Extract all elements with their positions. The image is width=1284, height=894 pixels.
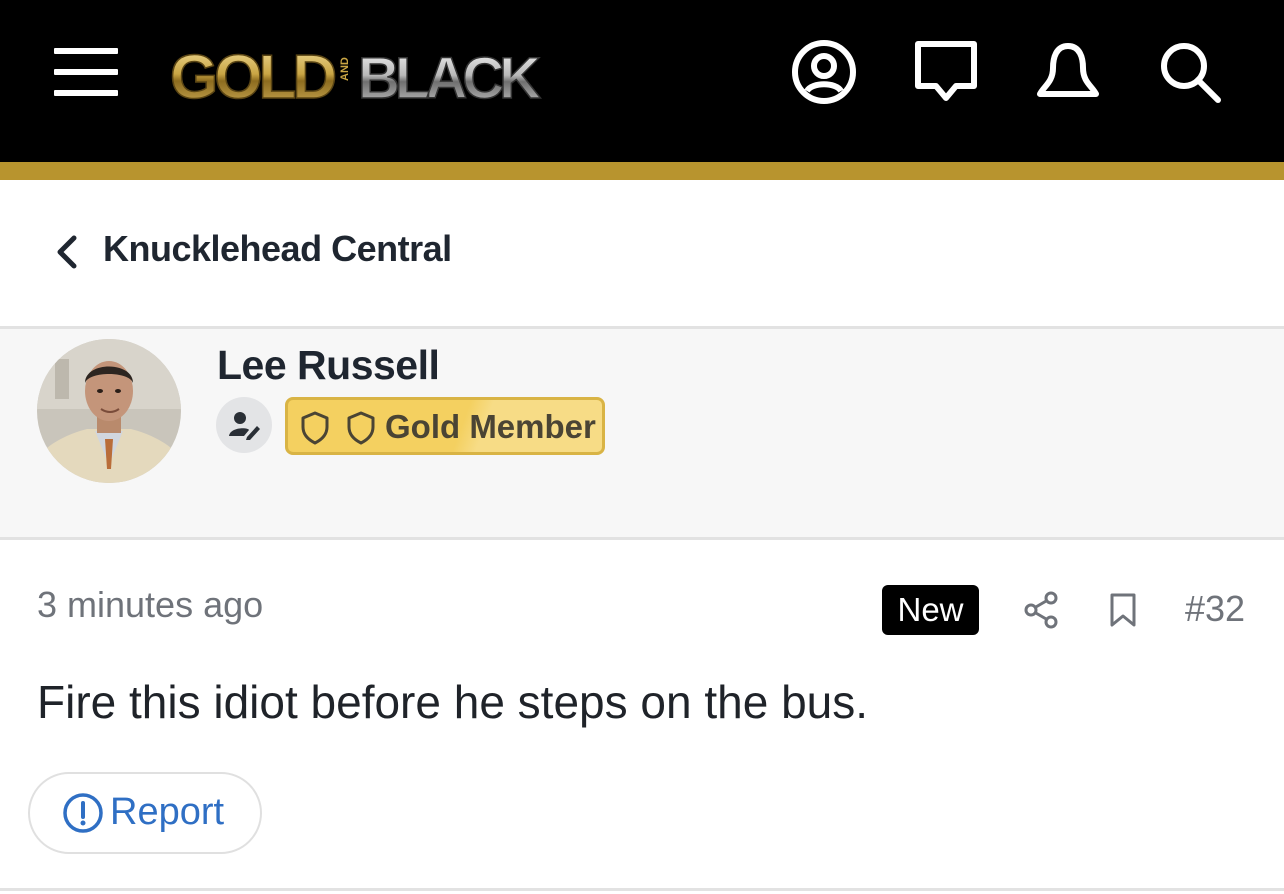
divider: [0, 888, 1284, 891]
messages-icon[interactable]: [912, 38, 980, 106]
chevron-left-icon[interactable]: [52, 234, 80, 270]
notifications-bell-icon[interactable]: [1034, 38, 1102, 106]
avatar[interactable]: [37, 339, 181, 483]
svg-text:AND: AND: [339, 57, 351, 81]
site-logo[interactable]: GOLD AND BLACK: [168, 36, 568, 110]
new-badge: New: [882, 585, 979, 635]
bookmark-icon[interactable]: [1108, 592, 1138, 628]
user-edit-icon: [216, 397, 272, 453]
svg-text:GOLD: GOLD: [170, 43, 335, 110]
accent-stripe: [0, 162, 1284, 180]
breadcrumb-forum-link[interactable]: Knucklehead Central: [103, 228, 452, 270]
shield-icon: [347, 411, 375, 445]
post-number-link[interactable]: #32: [1185, 588, 1245, 630]
post-content: Fire this idiot before he steps on the b…: [37, 676, 869, 728]
search-icon[interactable]: [1156, 38, 1224, 106]
post-author-panel: [0, 326, 1284, 540]
member-tier-label: Gold Member: [385, 408, 596, 445]
report-button[interactable]: Report: [28, 772, 262, 854]
share-icon[interactable]: [1022, 590, 1060, 630]
menu-icon[interactable]: [54, 48, 118, 96]
member-tier-badge: Gold Member: [285, 397, 605, 455]
shield-icon: [301, 411, 329, 445]
report-label: Report: [110, 791, 225, 833]
svg-text:BLACK: BLACK: [358, 46, 541, 110]
site-header: GOLD AND BLACK: [0, 0, 1284, 162]
post-timestamp[interactable]: 3 minutes ago: [37, 584, 263, 626]
alert-circle-icon: [63, 793, 103, 833]
user-account-icon[interactable]: [790, 38, 858, 106]
author-name[interactable]: Lee Russell: [217, 342, 440, 389]
